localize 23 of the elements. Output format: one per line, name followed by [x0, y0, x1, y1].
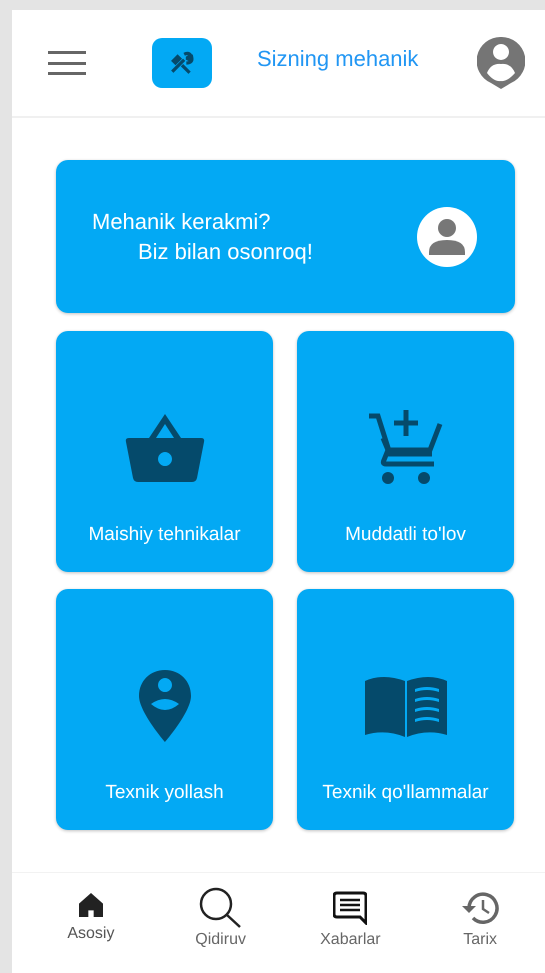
nav-tab[interactable]: Tarix	[415, 873, 545, 973]
location-person-icon	[138, 670, 190, 742]
basket-icon	[124, 412, 204, 484]
promo-card[interactable]: Mehanik kerakmi? Biz bilan osonroq!	[56, 160, 515, 313]
category-tile[interactable]: Maishiy tehnikalar	[56, 331, 273, 572]
profile-icon[interactable]	[477, 37, 525, 89]
category-tile[interactable]: Muddatli to'lov	[297, 331, 514, 572]
search-icon	[198, 887, 243, 929]
app-title: Sizning mehanik	[257, 46, 420, 72]
book-icon	[364, 674, 446, 736]
history-icon	[461, 891, 500, 925]
promo-text: Biz bilan osonroq!	[137, 238, 314, 266]
tools-icon	[169, 50, 195, 76]
menu-icon[interactable]	[48, 51, 86, 75]
promo-text: Mehanik kerakmi?	[92, 208, 272, 236]
message-icon	[333, 891, 368, 925]
category-tile[interactable]: Texnik yollash	[56, 589, 273, 830]
avatar-icon	[417, 206, 477, 266]
nav-tab[interactable]: Asosiy	[26, 873, 156, 973]
nav-tab[interactable]: Xabarlar	[286, 873, 416, 973]
nav-tab[interactable]: Qidiruv	[156, 873, 286, 973]
cart-plus-icon	[368, 410, 444, 486]
category-tile[interactable]: Texnik qo'llammalar	[297, 589, 514, 830]
